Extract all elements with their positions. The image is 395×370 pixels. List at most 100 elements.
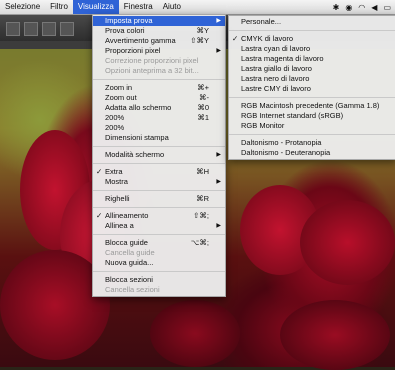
menu-item-label: Allinea a [105, 221, 134, 230]
menu-separator [93, 234, 225, 235]
wifi-icon[interactable]: ◠ [358, 3, 365, 12]
menu-item-shortcut: ⌘- [199, 93, 209, 102]
menu-item-label: Cancella guide [105, 248, 155, 257]
imposta-prova-submenu: Personale... ✓ CMYK di lavoro Lastra cyan d… [228, 15, 395, 160]
menu-item[interactable]: Prova colori ⌘Y [93, 26, 225, 36]
menu-item-label: RGB Monitor [241, 121, 285, 130]
menu-item-label: Lastra magenta di lavoro [241, 54, 324, 63]
menu-item[interactable]: ✓ CMYK di lavoro [229, 34, 395, 44]
menu-item-label: Nuova guida... [105, 258, 154, 267]
menu-item-shortcut: ⌘+ [197, 83, 209, 92]
menu-item-label: Daltonismo - Deuteranopia [241, 148, 331, 157]
volume-icon[interactable]: ◀ [371, 3, 377, 12]
menu-item-shortcut: ⌘Y [196, 26, 209, 35]
submenu-arrow-icon: ▶ [216, 152, 221, 158]
bluetooth-icon[interactable]: ✱ [333, 3, 340, 12]
menu-item-shortcut: ⌘0 [197, 103, 209, 112]
menu-item[interactable]: Blocca sezioni [93, 275, 225, 285]
menu-finestra[interactable]: Finestra [119, 0, 158, 14]
menu-item-label: Daltonismo - Protanopia [241, 138, 322, 147]
menu-separator [229, 30, 395, 31]
menu-item[interactable]: Personale... [229, 17, 395, 27]
menu-separator [229, 134, 395, 135]
menu-item-label: Modalità schermo [105, 150, 165, 159]
menu-item: Cancella guide [93, 248, 225, 258]
menu-filtro[interactable]: Filtro [45, 0, 73, 14]
checkmark-icon: ✓ [96, 211, 103, 220]
menu-item[interactable]: Daltonismo - Protanopia [229, 138, 395, 148]
checkmark-icon: ✓ [232, 34, 239, 43]
tool-preset-icon[interactable] [6, 22, 20, 36]
tulip-petal [150, 300, 240, 367]
menu-item[interactable]: 200% ⌘1 [93, 113, 225, 123]
menu-item-label: Zoom in [105, 83, 133, 92]
menu-item[interactable]: Zoom out ⌘- [93, 93, 225, 103]
menu-item[interactable]: Lastra giallo di lavoro [229, 64, 395, 74]
menu-item-label: Adatta allo schermo [105, 103, 172, 112]
menu-item-label: Avvertimento gamma [105, 36, 176, 45]
sync-icon[interactable]: ◉ [345, 3, 352, 12]
menu-item[interactable]: RGB Internet standard (sRGB) [229, 111, 395, 121]
menu-item[interactable]: Zoom in ⌘+ [93, 83, 225, 93]
menu-item-shortcut: ⇧⌘Y [190, 36, 209, 45]
battery-icon[interactable]: ▭ [383, 3, 391, 12]
tool-option-icon[interactable] [60, 22, 74, 36]
checkmark-icon: ✓ [96, 167, 103, 176]
menu-item-label: Prova colori [105, 26, 145, 35]
menu-item[interactable]: Adatta allo schermo ⌘0 [93, 103, 225, 113]
submenu-arrow-icon: ▶ [216, 223, 221, 229]
menu-item-label: CMYK di lavoro [241, 34, 294, 43]
menu-item-label: Extra [105, 167, 123, 176]
menu-item-label: Lastra cyan di lavoro [241, 44, 311, 53]
menu-item-label: Zoom out [105, 93, 137, 102]
menu-item[interactable]: RGB Monitor [229, 121, 395, 131]
menu-separator [229, 97, 395, 98]
menu-item-label: Righelli [105, 194, 130, 203]
menu-item[interactable]: Dimensioni stampa [93, 133, 225, 143]
menu-item-label: Dimensioni stampa [105, 133, 169, 142]
menu-item[interactable]: Lastra cyan di lavoro [229, 44, 395, 54]
menu-item[interactable]: Mostra ▶ [93, 177, 225, 187]
menu-item[interactable]: Lastre CMY di lavoro [229, 84, 395, 94]
menu-bar: Selezione Filtro Visualizza Finestra Aiu… [0, 0, 395, 15]
menu-item-shortcut: ⌥⌘; [190, 238, 209, 247]
menu-item[interactable]: RGB Macintosh precedente (Gamma 1.8) [229, 101, 395, 111]
menu-item[interactable]: Lastra magenta di lavoro [229, 54, 395, 64]
tool-option-icon[interactable] [24, 22, 38, 36]
menu-item-label: Cancella sezioni [105, 285, 160, 294]
menu-item[interactable]: Avvertimento gamma ⇧⌘Y [93, 36, 225, 46]
tulip-petal [300, 200, 395, 285]
menu-item-label: 200% [105, 123, 125, 132]
menu-item[interactable]: Righelli ⌘R [93, 194, 225, 204]
menu-item[interactable]: ✓ Allineamento ⇧⌘; [93, 211, 225, 221]
menu-item[interactable]: Proporzioni pixel ▶ [93, 46, 225, 56]
tool-option-icon[interactable] [42, 22, 56, 36]
menu-separator [93, 79, 225, 80]
menu-item-label: Lastra nero di lavoro [241, 74, 310, 83]
menu-item-shortcut: ⌘R [196, 194, 209, 203]
menu-item[interactable]: Lastra nero di lavoro [229, 74, 395, 84]
menu-item: Correzione proporzioni pixel [93, 56, 225, 66]
menu-item[interactable]: ✓ Extra ⌘H [93, 167, 225, 177]
menu-item[interactable]: Imposta prova ▶ [93, 16, 225, 26]
menu-item-label: Blocca sezioni [105, 275, 153, 284]
menu-selezione[interactable]: Selezione [0, 0, 45, 14]
menu-item-label: Lastra giallo di lavoro [241, 64, 312, 73]
menu-item-shortcut: ⌘H [196, 167, 209, 176]
menu-item-label: Allineamento [105, 211, 149, 220]
menu-item[interactable]: Nuova guida... [93, 258, 225, 268]
menu-item[interactable]: 200% [93, 123, 225, 133]
status-icons: ✱ ◉ ◠ ◀ ▭ [333, 3, 395, 12]
menu-aiuto[interactable]: Aiuto [158, 0, 186, 14]
menu-visualizza[interactable]: Visualizza [72, 0, 119, 14]
menu-item[interactable]: Daltonismo - Deuteranopia [229, 148, 395, 158]
menu-item: Opzioni anteprima a 32 bit... [93, 66, 225, 76]
menu-item[interactable]: Allinea a ▶ [93, 221, 225, 231]
menu-item: Cancella sezioni [93, 285, 225, 295]
menu-item[interactable]: Blocca guide ⌥⌘; [93, 238, 225, 248]
menu-separator [93, 207, 225, 208]
submenu-arrow-icon: ▶ [216, 18, 221, 24]
submenu-arrow-icon: ▶ [216, 48, 221, 54]
menu-separator [93, 146, 225, 147]
menu-item[interactable]: Modalità schermo ▶ [93, 150, 225, 160]
